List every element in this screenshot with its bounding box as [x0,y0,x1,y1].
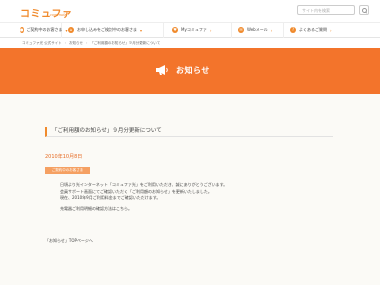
house-icon: ⌂ [68,27,74,33]
nav-item-label: お申し込みをご検討中のお客さま [77,27,137,32]
chevron-right-icon: › [330,27,332,33]
search-icon[interactable] [359,5,369,15]
logo-subtext: commufa [50,13,67,17]
page: コミュファ commufa サイト内を検索 ● ご契約中のお客さま ▾ ⌂ お申… [0,0,380,285]
mail-icon: ✉ [238,27,244,33]
article-date: 2010年10月8日 [45,154,83,160]
header: コミュファ commufa サイト内を検索 [0,0,380,22]
nav-item-current-customers[interactable]: ● ご契約中のお客さま ▾ [0,22,68,38]
question-icon: ? [290,27,296,33]
search-input[interactable]: サイト内を検索 [297,5,355,15]
breadcrumb-link-news[interactable]: お知らせ [69,41,83,45]
chevron-down-icon: ▾ [140,27,143,33]
breadcrumb: コミュファ光 公式サイト › お知らせ › 「ご利用額のお知らせ」９月分更新について [22,41,160,46]
logo[interactable]: コミュファ commufa [20,4,73,20]
breadcrumb-current: 「ご利用額のお知らせ」９月分更新について [90,41,161,45]
main-nav: ● ご契約中のお客さま ▾ ⌂ お申し込みをご検討中のお客さま ▾ ♥ Myコミ… [0,22,380,38]
nav-item-webmail[interactable]: ✉ Webメール › [232,22,284,38]
breadcrumb-separator: › [64,41,67,45]
page-title: お知らせ [176,66,210,75]
breadcrumb-separator: › [85,41,88,45]
chevron-right-icon: › [270,27,273,33]
megaphone-icon [156,65,168,75]
category-badge: ご契約中のお客さま [45,167,90,174]
nav-item-prospective-customers[interactable]: ⌂ お申し込みをご検討中のお客さま ▾ [62,22,164,38]
nav-item-label: よくあるご質問 [299,27,327,32]
main-content: 「ご利用額のお知らせ」９月分更新について 2010年10月8日 ご契約中のお客さ… [0,94,380,285]
page-banner: お知らせ [0,48,380,94]
article-note-link[interactable]: 充電器ご利用明細の確認方法はこちら。 [60,206,330,213]
nav-item-my-commufa[interactable]: ♥ Myコミュファ › [164,22,232,38]
nav-item-label: Webメール [247,27,268,32]
article-heading: 「ご利用額のお知らせ」９月分更新について [45,127,333,137]
chevron-right-icon: › [209,27,212,33]
nav-item-label: ご契約中のお客さま [26,27,63,32]
nav-item-faq[interactable]: ? よくあるご質問 › [284,22,360,38]
nav-item-label: Myコミュファ [181,27,207,32]
article-line: 現在、2010年9月ご利用料金までご確認いただけます。 [60,195,161,200]
user-icon: ● [20,27,24,33]
news-top-link[interactable]: 「お知らせ」TOPページへ [45,238,93,243]
heart-icon: ♥ [172,27,178,33]
footer-links: 「お知らせ」TOPページへ [45,238,95,244]
breadcrumb-link-home[interactable]: コミュファ光 公式サイト [22,41,62,45]
article-body: 日頃より光インターネット「コミュファ光」をご利用いただき、誠にありがとうございま… [60,182,330,212]
